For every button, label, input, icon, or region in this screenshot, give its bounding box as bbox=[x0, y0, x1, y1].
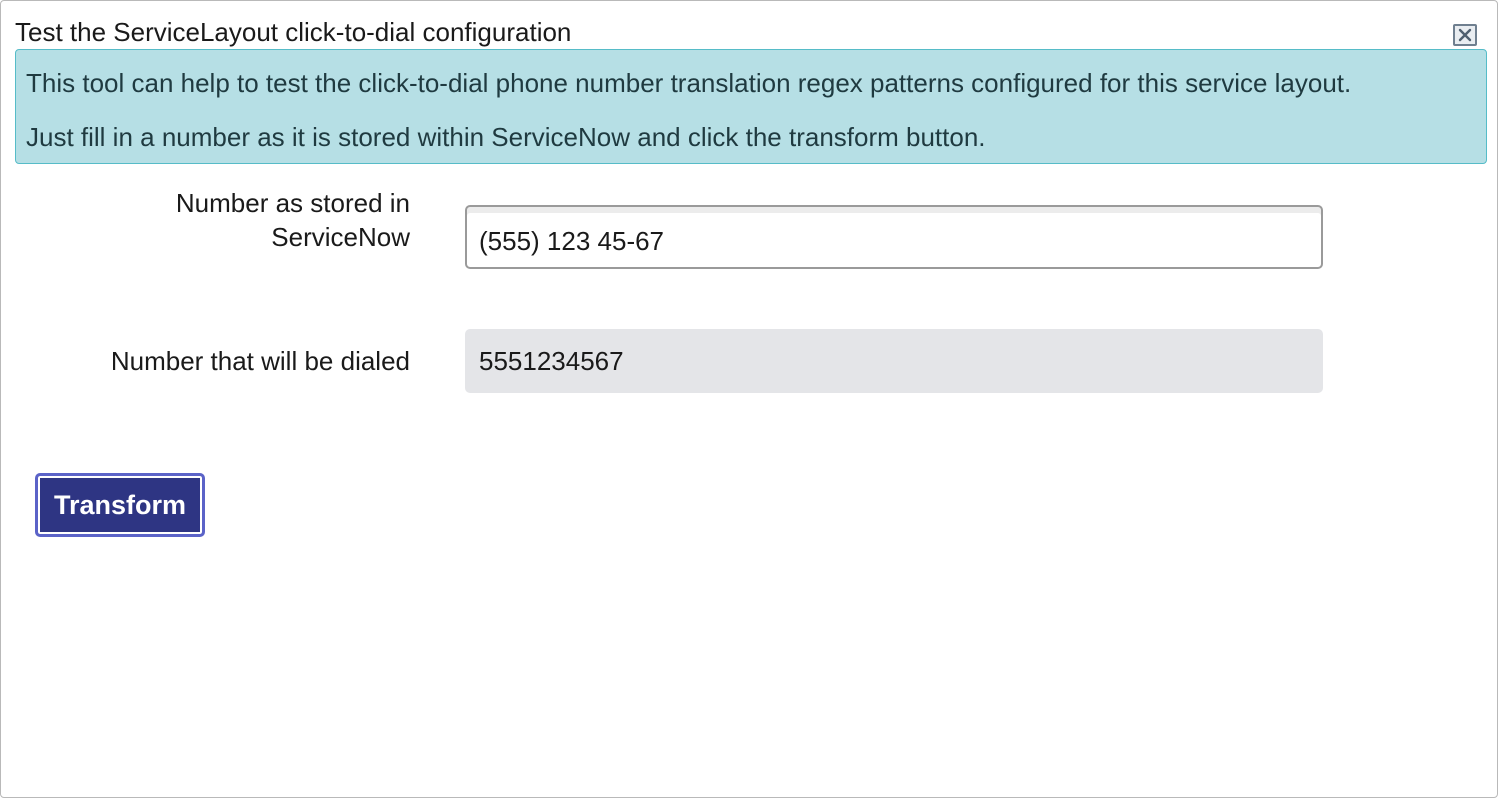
info-text-line-1: This tool can help to test the click-to-… bbox=[26, 68, 1352, 98]
dialed-number-output: 5551234567 bbox=[465, 329, 1323, 393]
dialed-number-label: Number that will be dialed bbox=[110, 346, 410, 376]
transform-button[interactable]: Transform bbox=[35, 473, 205, 537]
source-number-input[interactable] bbox=[465, 205, 1323, 269]
close-button[interactable] bbox=[1453, 24, 1477, 46]
source-number-label: Number as stored in ServiceNow bbox=[175, 188, 410, 252]
dialog: Test the ServiceLayout click-to-dial con… bbox=[0, 0, 1498, 798]
info-message: This tool can help to test the click-to-… bbox=[15, 49, 1487, 164]
dialog-title: Test the ServiceLayout click-to-dial con… bbox=[15, 17, 572, 47]
close-icon bbox=[1458, 28, 1472, 42]
info-text-line-2: Just fill in a number as it is stored wi… bbox=[26, 122, 986, 152]
